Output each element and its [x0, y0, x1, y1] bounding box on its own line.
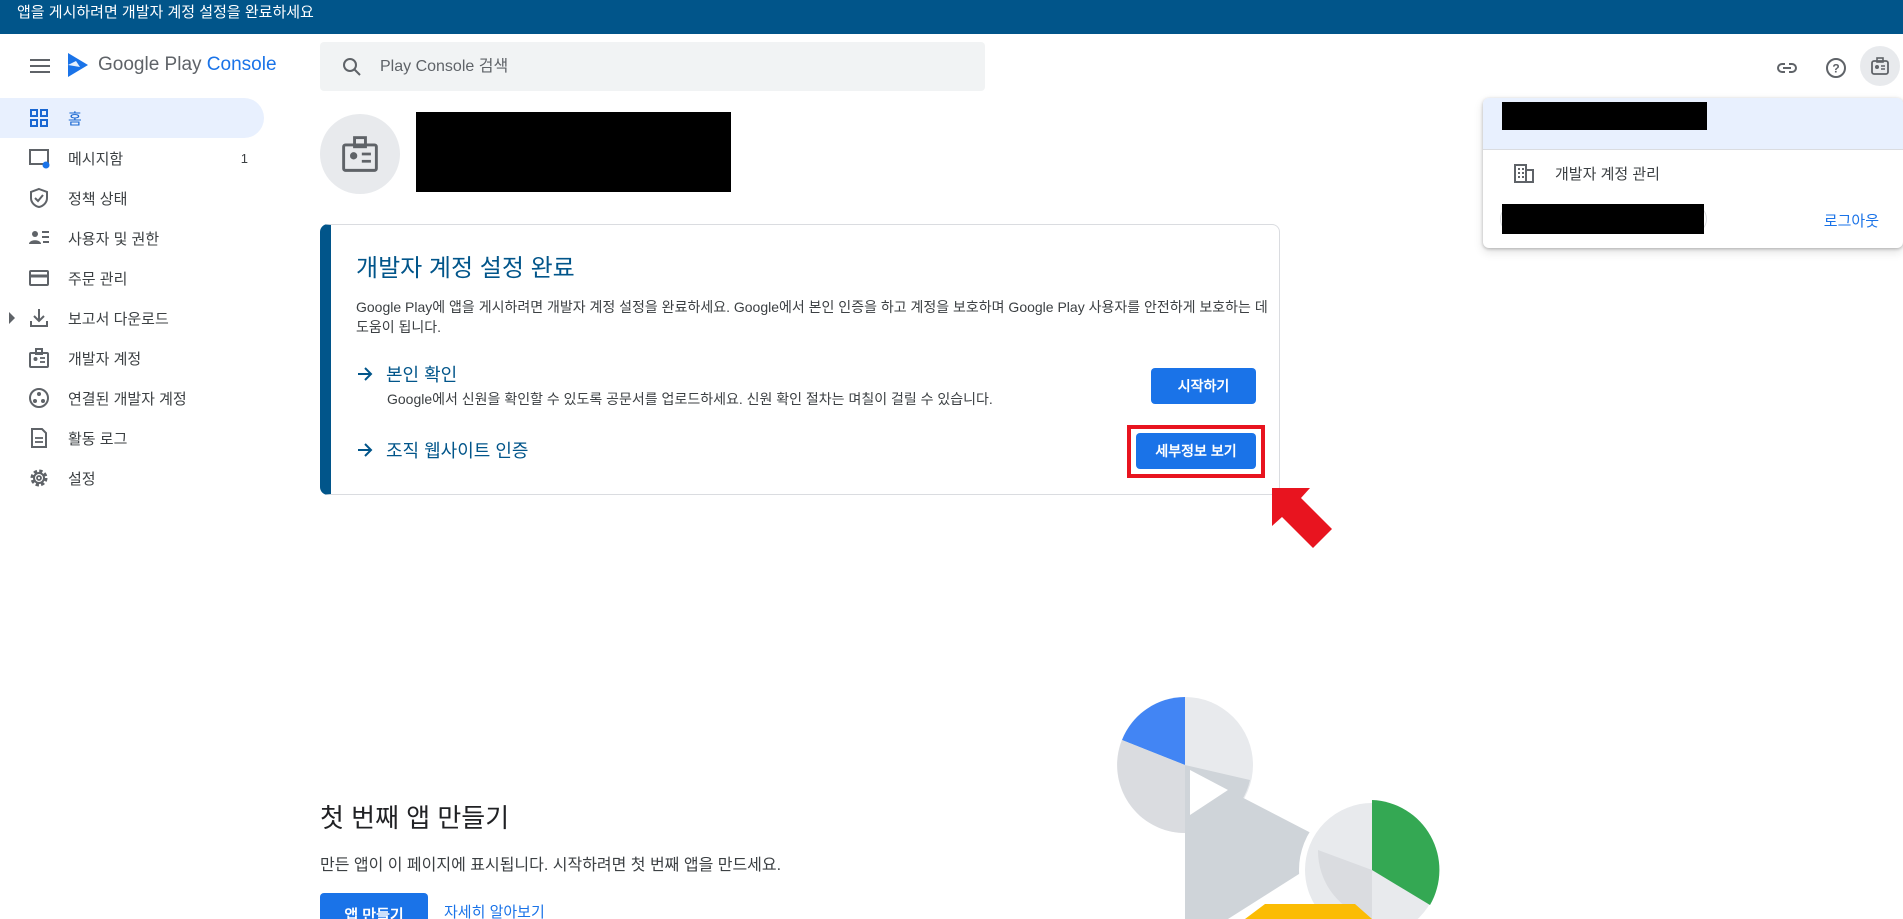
gear-icon — [30, 469, 48, 487]
setup-card-description: Google Play에 앱을 게시하려면 개발자 계정 설정을 완료하세요. … — [356, 299, 1268, 335]
help-icon[interactable]: ? — [1820, 52, 1852, 84]
account-popover: 개발자 계정 관리 로그아웃 — [1483, 98, 1903, 248]
inbox-icon — [29, 149, 50, 169]
arrow-right-icon — [358, 443, 373, 457]
banner-text: 앱을 게시하려면 개발자 계정 설정을 완료하세요 — [17, 4, 314, 21]
sidebar-item-label: 홈 — [68, 110, 82, 128]
manage-account-label: 개발자 계정 관리 — [1555, 165, 1660, 183]
learn-more-link[interactable]: 자세히 알아보기 — [444, 901, 545, 919]
developer-avatar — [320, 114, 400, 194]
sidebar-item-label: 연결된 개발자 계정 — [68, 390, 187, 408]
pointer-arrow-icon — [1272, 488, 1332, 548]
start-button[interactable]: 시작하기 — [1151, 368, 1256, 404]
sidebar-item-label: 활동 로그 — [68, 430, 128, 448]
task-label: 본인 확인 — [386, 365, 458, 385]
download-icon — [30, 309, 48, 327]
menu-icon[interactable] — [28, 55, 52, 79]
sidebar-item-label: 설정 — [68, 470, 96, 488]
svg-text:?: ? — [1832, 62, 1839, 76]
linked-accounts-icon — [29, 388, 49, 408]
expand-arrow-icon[interactable] — [9, 312, 15, 324]
sidebar-item-download-reports[interactable]: 보고서 다운로드 — [0, 298, 264, 338]
search-bar[interactable] — [320, 42, 985, 91]
empty-state-illustration — [1117, 697, 1445, 919]
sidebar-item-label: 주문 관리 — [68, 270, 128, 288]
setup-card-title: 개발자 계정 설정 완료 — [356, 255, 575, 282]
empty-state-description: 만든 앱이 이 페이지에 표시됩니다. 시작하려면 첫 번째 앱을 만드세요. — [320, 857, 782, 874]
credit-card-icon — [29, 270, 49, 286]
create-app-button[interactable]: 앱 만들기 — [320, 893, 428, 919]
sidebar-item-label: 메시지함 — [68, 150, 124, 168]
highlight-box — [1127, 425, 1265, 478]
badge-icon — [342, 136, 378, 172]
sidebar-item-users-permissions[interactable]: 사용자 및 권한 — [0, 218, 264, 258]
sidebar-item-developer-account[interactable]: 개발자 계정 — [0, 338, 264, 378]
sidebar-item-policy-status[interactable]: 정책 상태 — [0, 178, 264, 218]
sidebar-item-order-management[interactable]: 주문 관리 — [0, 258, 264, 298]
account-icon[interactable] — [1860, 46, 1900, 86]
search-icon — [343, 57, 361, 76]
setup-banner: 앱을 게시하려면 개발자 계정 설정을 완료하세요 — [0, 0, 1903, 34]
document-icon — [31, 428, 47, 448]
logo[interactable]: Google Play Console — [66, 52, 277, 78]
sidebar-nav: 홈 메시지함 1 정책 상태 사용자 및 권한 주문 관리 보고서 다운로드 개… — [0, 98, 264, 498]
task-identity-verification[interactable]: 본인 확인 — [356, 361, 457, 387]
task-label: 조직 웹사이트 인증 — [386, 441, 529, 461]
logo-text: Google Play Console — [98, 54, 277, 75]
sidebar-item-linked-accounts[interactable]: 연결된 개발자 계정 — [0, 378, 264, 418]
play-console-logo-icon — [68, 53, 88, 77]
task-organization-website[interactable]: 조직 웹사이트 인증 — [356, 437, 528, 463]
badge-icon — [29, 348, 49, 368]
search-input[interactable] — [380, 57, 940, 76]
sidebar-item-settings[interactable]: 설정 — [0, 458, 264, 498]
redacted-account-name — [416, 112, 731, 192]
arrow-right-icon — [358, 367, 373, 381]
sidebar-item-label: 보고서 다운로드 — [68, 310, 169, 328]
sidebar-item-home[interactable]: 홈 — [0, 98, 264, 138]
sidebar-item-activity-log[interactable]: 활동 로그 — [0, 418, 264, 458]
inbox-count-badge: 1 — [240, 150, 248, 166]
dashboard-icon — [30, 109, 48, 127]
manage-developer-account-item[interactable]: 개발자 계정 관리 — [1513, 162, 1660, 184]
link-icon[interactable] — [1771, 52, 1803, 84]
task-description: Google에서 신원을 확인할 수 있도록 공문서를 업로드하세요. 신원 확… — [387, 391, 993, 407]
sidebar-item-inbox[interactable]: 메시지함 1 — [0, 138, 264, 178]
sidebar-item-label: 개발자 계정 — [68, 350, 142, 368]
redacted-account-email — [1502, 102, 1707, 130]
redacted-account-chip — [1502, 204, 1704, 234]
logout-link[interactable]: 로그아웃 — [1824, 210, 1879, 231]
people-list-icon — [29, 231, 49, 244]
empty-state-title: 첫 번째 앱 만들기 — [320, 803, 510, 833]
sidebar-item-label: 사용자 및 권한 — [68, 230, 160, 248]
shield-check-icon — [30, 187, 48, 209]
sidebar-item-label: 정책 상태 — [68, 190, 128, 208]
building-icon — [1514, 164, 1534, 183]
